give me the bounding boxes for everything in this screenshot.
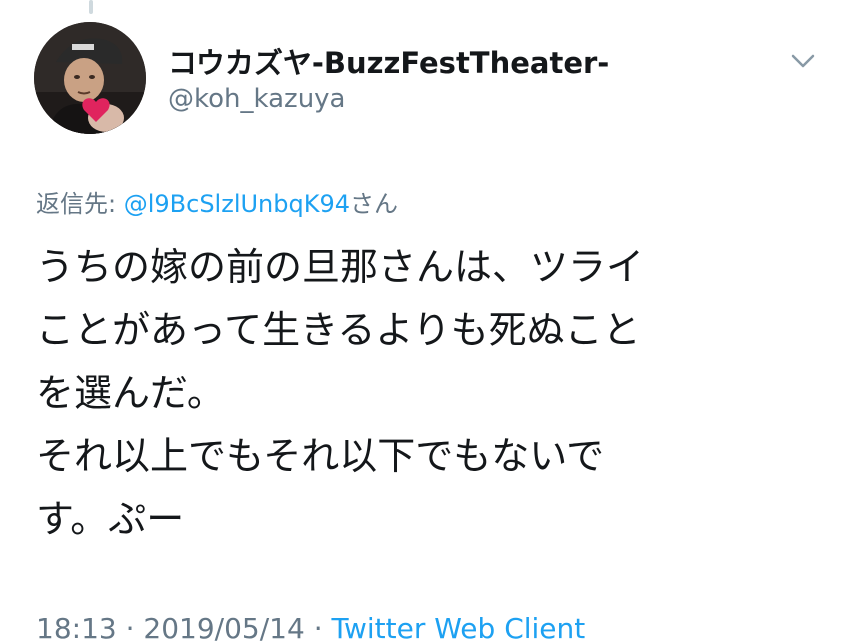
user-handle[interactable]: @koh_kazuya [168, 84, 346, 114]
client-link[interactable]: Twitter Web Client [332, 612, 586, 644]
tweet-text: うちの嫁の前の旦那さんは、ツライ ことがあって生きるよりも死ぬこと を選んだ。 … [36, 236, 826, 551]
tweet-text-line: うちの嫁の前の旦那さんは、ツライ [36, 245, 645, 289]
reply-suffix: さん [350, 190, 399, 218]
meta-separator: · [304, 612, 332, 644]
tweet-time[interactable]: 18:13 [36, 612, 117, 644]
reply-mention-link[interactable]: @l9BcSlzlUnbqK94 [124, 190, 350, 218]
tweet-text-line: を選んだ。 [36, 371, 225, 415]
user-avatar-photo [34, 22, 146, 134]
reply-to-line: 返信先: @l9BcSlzlUnbqK94さん [36, 184, 398, 219]
reply-to-label: 返信先: [36, 190, 124, 218]
thread-connector-line [89, 0, 93, 14]
tweet-text-line: す。ぷー [36, 497, 185, 541]
tweet-detail: コウカズヤ-BuzzFestTheater- @koh_kazuya 返信先: … [0, 0, 843, 644]
chevron-down-icon[interactable] [788, 50, 818, 72]
meta-separator: · [116, 612, 144, 644]
tweet-metadata: 18:13 · 2019/05/14 · Twitter Web Client [36, 612, 585, 644]
avatar[interactable] [34, 22, 146, 134]
tweet-date[interactable]: 2019/05/14 [143, 612, 304, 644]
tweet-text-line: それ以上でもそれ以下でもないで [36, 434, 605, 478]
tweet-text-line: ことがあって生きるよりも死ぬこと [36, 308, 641, 352]
display-name[interactable]: コウカズヤ-BuzzFestTheater- [168, 40, 609, 82]
